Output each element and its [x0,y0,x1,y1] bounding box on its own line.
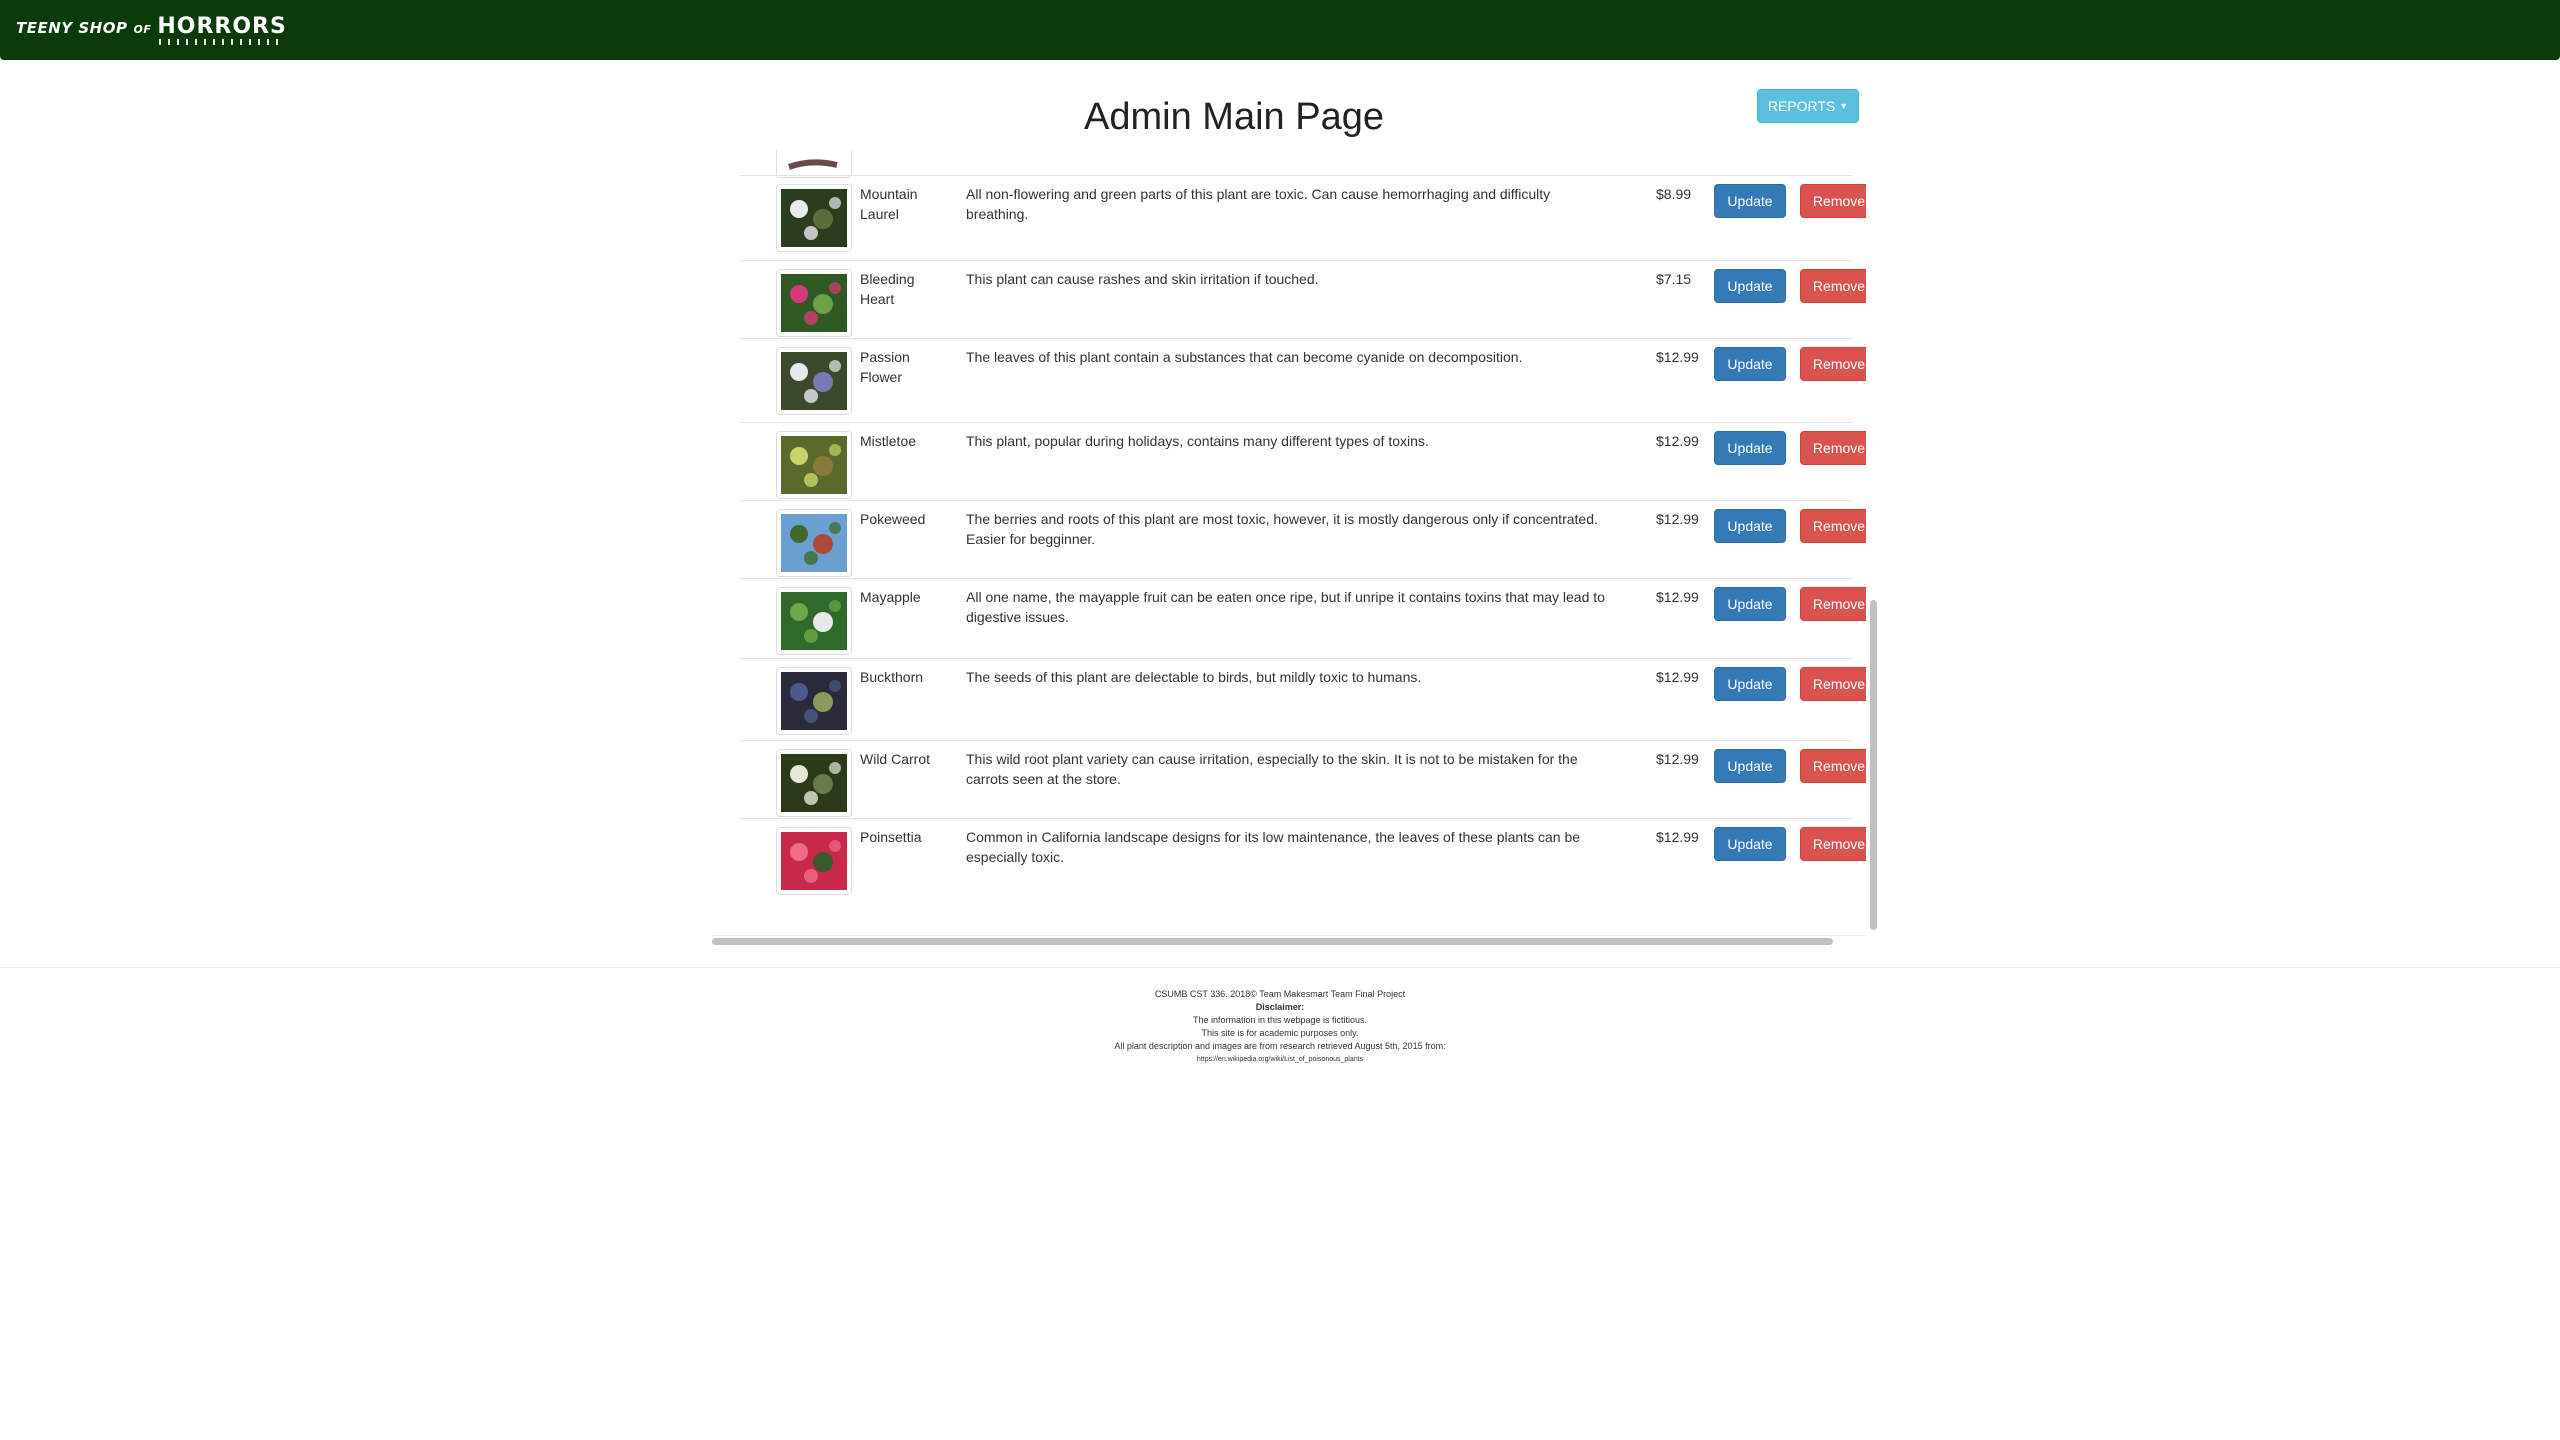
remove-button[interactable]: Remove [1800,667,1866,701]
plant-name: Passion Flower [860,349,910,385]
table-row: Buckthorn The seeds of this plant are de… [740,658,1866,741]
brand-part-2: OF [133,23,152,36]
plant-price: $7.15 [1656,271,1692,287]
remove-button[interactable]: Remove [1800,749,1866,783]
remove-button[interactable]: Remove [1800,431,1866,465]
plant-name: Pokeweed [860,511,926,527]
update-button[interactable]: Update [1714,587,1786,621]
table-row-partial [740,150,1852,178]
update-button[interactable]: Update [1714,184,1786,218]
plant-thumbnail [776,749,852,817]
brand-part-3: HORRORS [157,14,287,45]
plant-name: Buckthorn [860,669,924,685]
update-button[interactable]: Update [1714,827,1786,861]
plant-description: All non-flowering and green parts of thi… [966,186,1551,222]
plant-description: The berries and roots of this plant are … [966,511,1598,547]
plant-price: $12.99 [1656,433,1699,449]
plant-price: $8.99 [1656,186,1692,202]
reports-label: REPORTS [1767,98,1836,114]
table-row: Mountain Laurel All non-flowering and gr… [740,175,1866,261]
update-button[interactable]: Update [1714,509,1786,543]
plant-name: Mayapple [860,589,921,605]
plant-thumbnail [776,667,852,735]
table-row: Pokeweed The berries and roots of this p… [740,500,1866,579]
plant-price: $12.99 [1656,349,1699,365]
footer-source-note: All plant description and images are fro… [1114,1041,1446,1051]
footer: CSUMB CST 336. 2018© Team Makesmart Team… [0,988,2560,1066]
plant-thumbnail [776,431,852,499]
plant-description: Common in California landscape designs f… [966,829,1581,865]
footer-copyright: CSUMB CST 336. 2018© Team Makesmart Team… [1154,989,1406,999]
table-row: Passion Flower The leaves of this plant … [740,338,1866,423]
plant-name: Poinsettia [860,829,922,845]
plant-thumbnail [776,509,852,577]
table-row: Bleeding Heart This plant can cause rash… [740,260,1866,339]
plant-thumbnail [776,587,852,655]
remove-button[interactable]: Remove [1800,269,1866,303]
footer-disclaimer-heading: Disclaimer: [1255,1002,1305,1012]
plant-price: $12.99 [1656,829,1699,845]
update-button[interactable]: Update [1714,431,1786,465]
plant-description: This plant, popular during holidays, con… [966,433,1429,449]
remove-button[interactable]: Remove [1800,509,1866,543]
plant-thumbnail [776,184,852,252]
footer-divider [0,967,2560,968]
plant-thumbnail [776,827,852,895]
vertical-scrollbar-thumb[interactable] [1870,600,1877,930]
plant-price: $12.99 [1656,589,1699,605]
table-row: Poinsettia Common in California landscap… [740,818,1866,901]
top-navbar: TEENY SHOP OF HORRORS [0,0,2560,60]
reports-dropdown-button[interactable]: REPORTS ▼ [1757,89,1859,123]
plant-name: Mountain Laurel [860,186,918,222]
horizontal-scrollbar-thumb[interactable] [712,938,1833,945]
table-row: Mayapple All one name, the mayapple frui… [740,578,1866,659]
plant-description: The leaves of this plant contain a subst… [966,349,1523,365]
plant-name: Mistletoe [860,433,917,449]
brand-part-1: TEENY SHOP [16,19,128,37]
update-button[interactable]: Update [1714,667,1786,701]
products-table: Mountain Laurel All non-flowering and gr… [712,150,1866,925]
plant-description: This wild root plant variety can cause i… [966,751,1578,787]
update-button[interactable]: Update [1714,269,1786,303]
update-button[interactable]: Update [1714,347,1786,381]
footer-source-link[interactable]: https://en.wikipedia.org/wiki/List_of_po… [0,1053,2560,1066]
page-title: Admin Main Page [1084,96,1384,138]
remove-button[interactable]: Remove [1800,587,1866,621]
update-button[interactable]: Update [1714,749,1786,783]
table-row: Mistletoe This plant, popular during hol… [740,422,1866,501]
table-row: Wild Carrot This wild root plant variety… [740,740,1866,819]
footer-disclaimer-2: This site is for academic purposes only. [1201,1028,1359,1038]
plant-description: This plant can cause rashes and skin irr… [966,271,1319,287]
plant-name: Wild Carrot [860,751,931,767]
plant-price: $12.99 [1656,751,1699,767]
remove-button[interactable]: Remove [1800,184,1866,218]
remove-button[interactable]: Remove [1800,347,1866,381]
plant-thumbnail [776,347,852,415]
plant-thumbnail [776,150,852,178]
plant-name: Bleeding Heart [860,271,915,307]
brand-logo[interactable]: TEENY SHOP OF HORRORS [16,14,287,45]
caret-down-icon: ▼ [1839,101,1849,111]
plant-description: The seeds of this plant are delectable t… [966,669,1422,685]
remove-button[interactable]: Remove [1800,827,1866,861]
plant-price: $12.99 [1656,669,1699,685]
plant-price: $12.99 [1656,511,1699,527]
footer-disclaimer-1: The information in this webpage is ficti… [1192,1015,1368,1025]
plant-description: All one name, the mayapple fruit can be … [966,589,1605,625]
plant-thumbnail [776,269,852,337]
